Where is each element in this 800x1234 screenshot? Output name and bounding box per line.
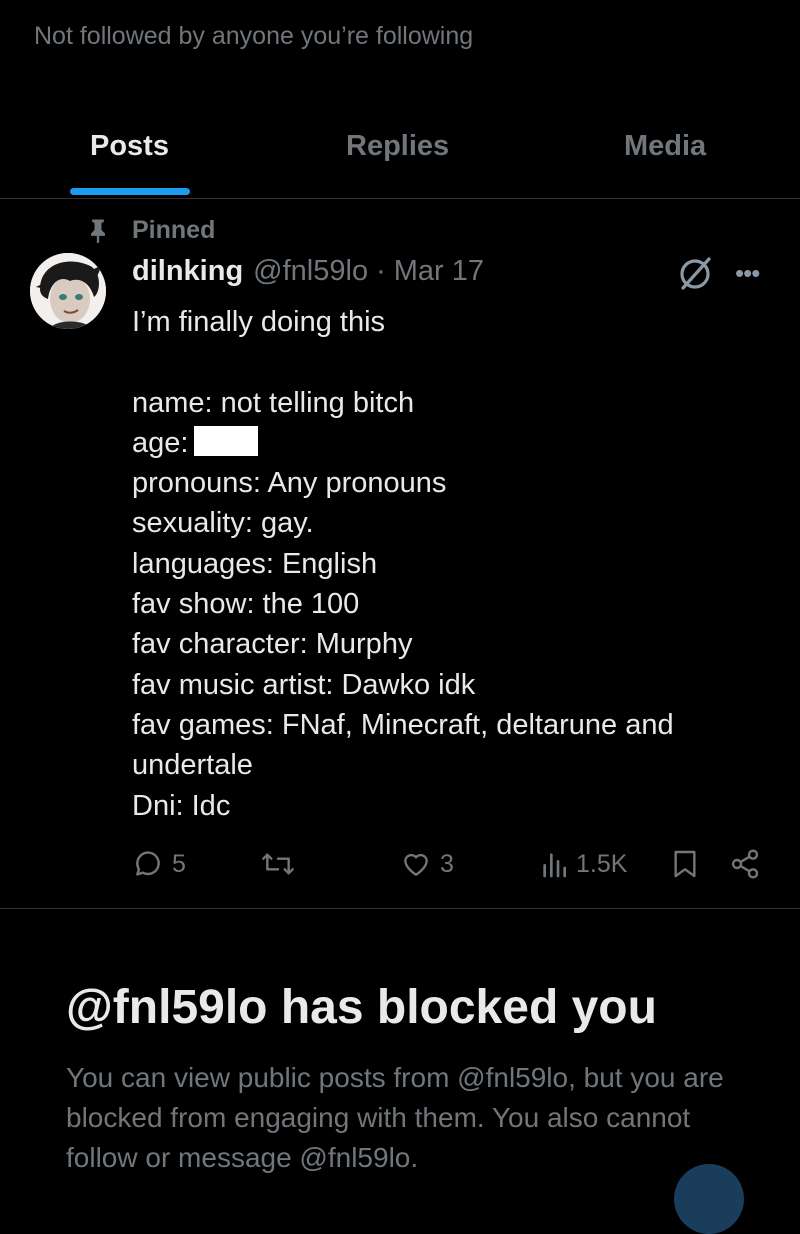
compose-fab[interactable] [674, 1164, 744, 1234]
pinned-indicator: Pinned [84, 213, 215, 247]
share-button[interactable] [728, 848, 762, 880]
author-handle[interactable]: @fnl59lo [253, 255, 368, 288]
pin-icon [91, 219, 105, 243]
age-label: age: [132, 426, 189, 459]
like-button[interactable]: 3 [400, 848, 454, 880]
post-line: fav show: the 100 [132, 588, 360, 621]
views-button[interactable]: 1.5K [540, 848, 627, 880]
blocked-title: @fnl59lo has blocked you [66, 981, 657, 1034]
profile-tabs: Posts Replies Media [0, 110, 800, 199]
post-header: dilnking @fnl59lo · Mar 17 [132, 255, 484, 295]
author-name[interactable]: dilnking [132, 255, 243, 288]
view-count: 1.5K [576, 849, 628, 878]
tab-media[interactable]: Media [624, 130, 706, 163]
tab-posts[interactable]: Posts [90, 130, 169, 163]
post-line: fav character: Murphy [132, 628, 413, 661]
bookmark-button[interactable] [670, 848, 700, 880]
grok-icon[interactable] [676, 255, 714, 293]
post-line: fav games: FNaf, Minecraft, deltarune an… [132, 708, 674, 741]
post-line: I’m finally doing this [132, 306, 386, 338]
post-line: name: not telling bitch [132, 386, 415, 419]
post-line-age: age: [132, 423, 762, 463]
reply-count: 5 [172, 849, 186, 878]
repost-icon [262, 853, 294, 875]
pinned-label: Pinned [132, 215, 216, 244]
post-line [132, 342, 762, 382]
post-line: Dni: Idc [132, 789, 231, 822]
reply-button[interactable]: 5 [132, 848, 186, 880]
followed-by-note: Not followed by anyone you’re following [34, 22, 474, 50]
post-line: sexuality: gay. [132, 507, 314, 540]
bookmark-icon [674, 850, 696, 878]
avatar-image [30, 253, 106, 329]
active-tab-indicator [70, 188, 190, 195]
heart-icon [404, 853, 428, 876]
tab-replies[interactable]: Replies [346, 130, 449, 163]
share-icon [731, 849, 759, 879]
avatar[interactable] [30, 253, 106, 329]
post-actions: 5 3 1.5K [0, 842, 800, 890]
reply-icon [136, 851, 160, 876]
like-count: 3 [440, 849, 454, 878]
post-text: I’m finally doing this name: not telling… [132, 302, 762, 826]
blocked-description: You can view public posts from @fnl59lo,… [66, 1062, 724, 1173]
analytics-icon [543, 853, 566, 878]
repost-button[interactable] [260, 848, 304, 880]
post-line: pronouns: Any pronouns [132, 467, 447, 500]
more-options-icon[interactable]: ••• [735, 258, 760, 289]
redaction-box [194, 425, 259, 456]
post-line: undertale [132, 749, 253, 782]
post-divider [0, 908, 800, 909]
header-separator: · [376, 255, 386, 287]
post-line: languages: English [132, 547, 378, 580]
post-line: fav music artist: Dawko idk [132, 668, 476, 701]
post-date[interactable]: Mar 17 [394, 255, 484, 288]
